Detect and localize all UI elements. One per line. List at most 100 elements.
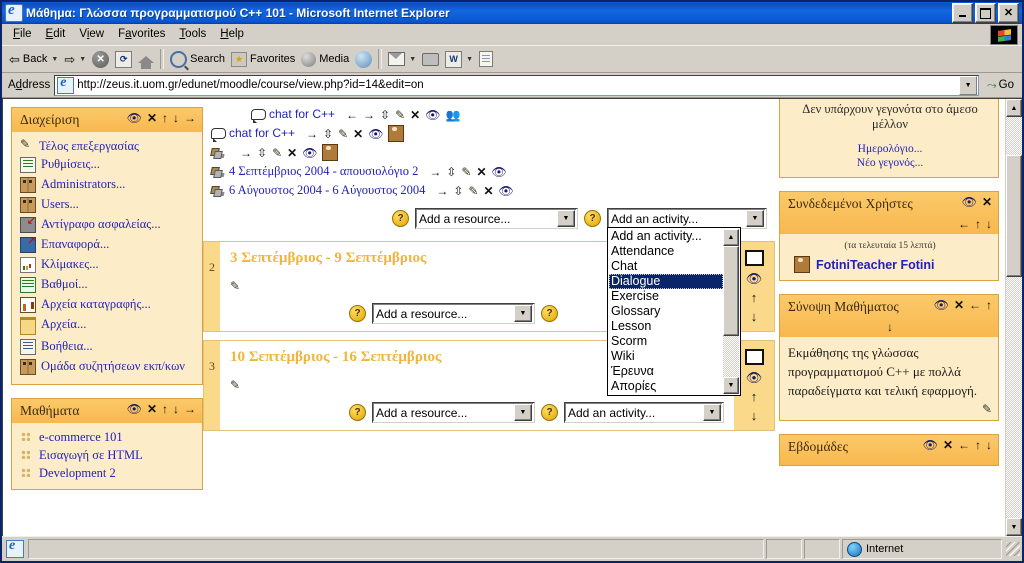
delete-icon[interactable]: ✕ [353,128,363,140]
pencil-icon[interactable]: ✎ [461,166,471,178]
scrollbar-track-upper[interactable] [1006,117,1022,155]
activity-name[interactable]: chat for C++ [229,125,295,142]
delete-icon[interactable]: ✕ [287,147,297,159]
scrollbar-track-lower[interactable] [1006,277,1022,518]
menu-favorites[interactable]: Favorites [111,25,172,43]
calendar-link[interactable]: Ημερολόγιο... [788,142,992,156]
sidebar-item-end-editing[interactable]: Τέλος επεξεργασίας [20,137,196,155]
scrollbar-thumb[interactable] [1006,155,1022,277]
mail-dropdown-icon[interactable]: ▼ [409,56,416,63]
eye-icon[interactable]: 👁 [962,196,977,208]
resize-grip[interactable] [1006,542,1020,556]
stop-button[interactable]: ✕ [89,48,112,70]
group-single-icon[interactable] [388,125,405,142]
move-up-icon[interactable]: ↑ [751,291,758,304]
page-scrollbar[interactable]: ▲ ▼ [1005,99,1022,536]
add-resource-select[interactable]: Add a resource... ▼ [372,402,535,423]
move-left-icon[interactable]: ← [958,439,970,451]
move-left-icon[interactable]: ← [346,109,358,121]
move-down-icon[interactable]: ↓ [887,321,893,333]
move-right-icon[interactable]: → [240,147,252,159]
media-button[interactable]: Media [298,48,352,70]
search-button[interactable]: Search [167,48,228,70]
scrollbar-thumb[interactable] [723,246,739,336]
sidebar-item-restore[interactable]: Επαναφορά... [20,234,196,255]
sidebar-item-backup[interactable]: Αντίγραφο ασφαλείας... [20,214,196,235]
eye-icon[interactable]: 👁 [425,109,440,121]
sidebar-item-logs[interactable]: Αρχεία καταγραφής... [20,295,196,315]
add-activity-select[interactable]: Add an activity... ▼ [564,402,724,423]
help-question-icon[interactable]: ? [541,404,558,421]
pencil-icon[interactable]: ✎ [395,109,405,121]
move-down-icon[interactable]: ↓ [173,403,179,415]
dropdown-option[interactable]: Έρευνα [609,364,723,379]
activity-row[interactable]: 4 Σεπτέμβριος 2004 - απουσιολόγιο 2 → ⇳ … [211,162,769,181]
pencil-icon[interactable]: ✎ [780,402,998,420]
dropdown-option[interactable]: Glossary [609,304,723,319]
eye-icon[interactable]: 👁 [934,299,949,311]
eye-icon[interactable]: 👁 [746,371,763,384]
dropdown-option[interactable]: Lesson [609,319,723,334]
sidebar-item-users[interactable]: Users... [20,195,196,215]
dropdown-option[interactable]: Chat [609,259,723,274]
highlight-box-icon[interactable] [744,349,764,365]
delete-icon[interactable]: ✕ [410,109,420,121]
move-right-icon[interactable]: → [184,112,196,124]
dropdown-option[interactable]: Scorm [609,334,723,349]
scroll-up-icon[interactable]: ▲ [1006,99,1022,117]
maximize-button[interactable] [975,3,996,23]
sidebar-item-course-html[interactable]: Εισαγωγή σε HTML [20,446,196,464]
pencil-icon[interactable]: ✎ [468,185,478,197]
edit-dropdown-icon[interactable]: ▼ [466,56,473,63]
activity-row[interactable]: 6 Αύγουστος 2004 - 6 Αύγουστος 2004 → ⇳ … [211,181,769,200]
menu-tools[interactable]: Tools [172,25,213,43]
chevron-down-icon[interactable]: ▼ [514,305,532,322]
move-left-icon[interactable]: ← [958,218,970,230]
help-question-icon[interactable]: ? [349,305,366,322]
move-updown-icon[interactable]: ⇳ [323,128,333,140]
pencil-icon[interactable]: ✎ [230,280,240,292]
move-up-icon[interactable]: ↑ [162,403,168,415]
eye-icon[interactable]: 👁 [127,112,142,124]
discuss-button[interactable] [476,48,496,70]
online-user-item[interactable]: FotiniTeacher Fotini [788,256,992,273]
sidebar-item-teacher-forum[interactable]: Ομάδα συζητήσεων εκπ/κων [20,357,196,377]
add-resource-select[interactable]: Add a resource... ▼ [415,208,578,229]
sidebar-item-course-development2[interactable]: Development 2 [20,464,196,482]
help-question-icon[interactable]: ? [541,305,558,322]
dropdown-option-selected[interactable]: Dialogue [609,274,723,289]
history-button[interactable] [352,48,375,70]
move-right-icon[interactable]: → [184,403,196,415]
sidebar-item-help[interactable]: Βοήθεια... [20,337,196,357]
back-dropdown-icon[interactable]: ▼ [51,56,58,63]
activity-row[interactable]: → ⇳ ✎ ✕ 👁 [211,143,769,162]
address-dropdown-button[interactable]: ▼ [959,75,978,95]
forward-dropdown-icon[interactable]: ▼ [79,56,86,63]
pencil-icon[interactable]: ✎ [272,147,282,159]
close-icon[interactable]: ✕ [943,439,953,451]
sidebar-item-scales[interactable]: Κλίμακες... [20,255,196,275]
go-button[interactable]: ⤳ Go [983,78,1018,93]
move-right-icon[interactable]: → [436,185,448,197]
sidebar-item-grades[interactable]: Βαθμοί... [20,275,196,295]
move-right-icon[interactable]: → [306,128,318,140]
chevron-down-icon[interactable]: ▼ [557,210,575,227]
move-down-icon[interactable]: ↓ [751,409,758,422]
new-event-link[interactable]: Νέο γεγονός... [788,156,992,170]
activity-name[interactable]: 6 Αύγουστος 2004 - 6 Αύγουστος 2004 [229,182,425,199]
eye-icon[interactable]: 👁 [492,166,507,178]
move-up-icon[interactable]: ↑ [975,439,981,451]
move-up-icon[interactable]: ↑ [975,218,981,230]
sidebar-item-administrators[interactable]: Administrators... [20,175,196,195]
move-updown-icon[interactable]: ⇳ [446,166,456,178]
add-activity-dropdown-list[interactable]: Add an activity... Attendance Chat Dialo… [607,227,741,396]
dropdown-option[interactable]: Add an activity... [609,229,723,244]
dropdown-option[interactable]: Attendance [609,244,723,259]
delete-icon[interactable]: ✕ [476,166,486,178]
chevron-down-icon[interactable]: ▼ [514,404,532,421]
move-right-icon[interactable]: → [429,166,441,178]
pencil-icon[interactable]: ✎ [230,379,240,391]
close-icon[interactable]: ✕ [954,299,964,311]
move-left-icon[interactable]: ← [969,299,981,311]
eye-icon[interactable]: 👁 [499,185,514,197]
